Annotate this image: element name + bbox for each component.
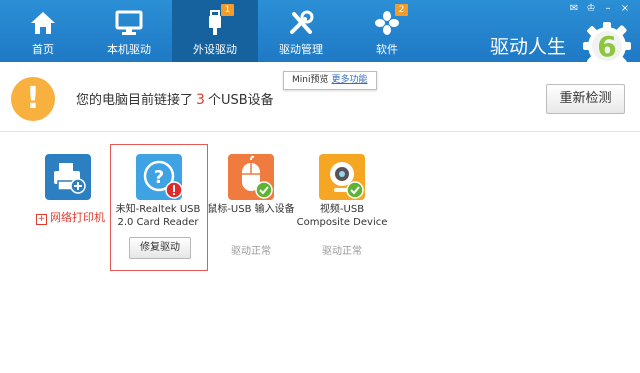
tab-software[interactable]: 2 软件 [344,0,430,62]
tab-badge: 1 [221,4,234,16]
plus-icon: + [36,214,47,225]
feedback-icon[interactable]: ✉ [568,3,580,15]
recheck-button[interactable]: 重新检测 [546,84,625,114]
error-badge-icon [165,181,183,199]
logo-number: 6 [597,30,616,63]
device-count-message: 您的电脑目前链接了 3 个USB设备 [76,92,274,108]
tab-local-drivers[interactable]: 本机驱动 [86,0,172,62]
device-summary: ! 您的电脑目前链接了 3 个USB设备 Mini预览 更多功能 [0,62,640,132]
add-network-printer[interactable]: + 网络打印机 [36,209,105,225]
top-navigation-bar: 首页 本机驱动 1 外设驱动 驱动管理 2 软件 ✉ ♔ – × 驱动人生 [0,0,640,62]
tools-icon [290,10,314,34]
repair-driver-button[interactable]: 修复驱动 [129,237,191,259]
divider [0,131,640,132]
printer-icon[interactable] [45,154,91,200]
device-name: 视频-USB Composite Device [296,204,388,228]
device-name: 鼠标-USB 输入设备 [207,204,295,215]
brand-name: 驱动人生 [490,36,567,58]
monitor-icon [115,10,143,35]
tab-home[interactable]: 首页 [0,0,86,62]
tab-label: 软件 [376,43,398,56]
warning-icon: ! [11,77,55,121]
check-badge-icon [346,181,364,199]
tab-peripheral-drivers[interactable]: 1 外设驱动 [172,0,258,62]
home-icon [31,12,55,34]
close-button[interactable]: × [619,3,631,15]
check-badge-icon [255,181,273,199]
tab-label: 驱动管理 [279,43,323,56]
tab-label: 本机驱动 [107,43,151,56]
device-count: 3 [196,92,205,108]
device-name: 未知-Realtek USB 2.0 Card Reader [115,204,201,228]
skin-icon[interactable]: ♔ [585,3,597,15]
minimize-button[interactable]: – [602,3,614,15]
tab-badge: 2 [395,4,408,16]
more-features-link[interactable]: 更多功能 [331,75,367,85]
tab-label: 外设驱动 [193,43,237,56]
tab-label: 首页 [32,43,54,56]
driver-status: 驱动正常 [231,246,271,257]
svg-text:?: ? [154,167,164,188]
mini-preview-tooltip: Mini预览 更多功能 [283,71,377,90]
driver-status: 驱动正常 [322,246,362,257]
tab-driver-management[interactable]: 驱动管理 [258,0,344,62]
